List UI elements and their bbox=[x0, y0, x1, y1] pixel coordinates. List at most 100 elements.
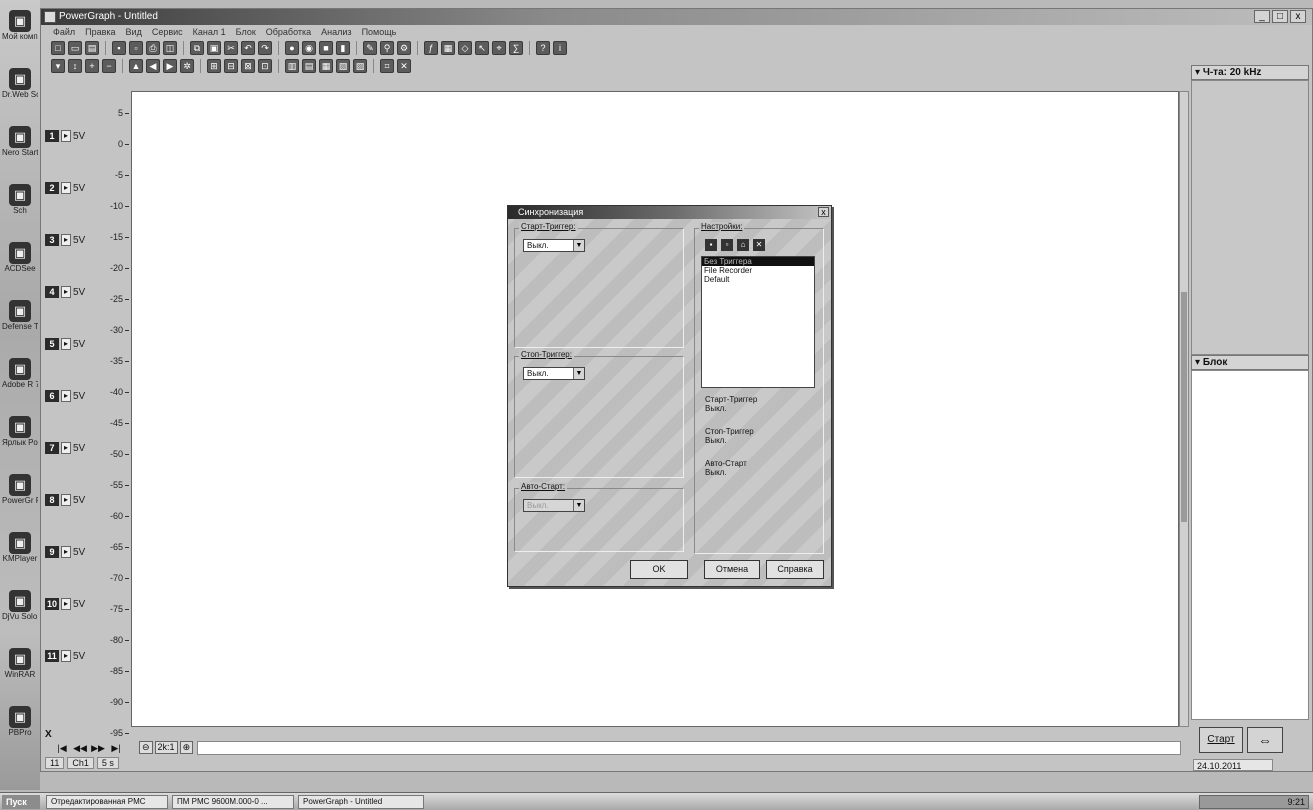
help-icon[interactable]: ? bbox=[536, 40, 550, 55]
math-icon[interactable]: ƒ bbox=[424, 40, 438, 55]
save-as-icon[interactable]: ▫ bbox=[129, 40, 143, 55]
layout-4-icon[interactable]: ▧ bbox=[336, 58, 350, 73]
desktop-shortcut[interactable]: ▣Adobe R 7.0 bbox=[2, 358, 38, 389]
block-list[interactable] bbox=[1191, 370, 1309, 720]
zoom-fit-icon[interactable]: ⌖ bbox=[492, 40, 506, 55]
menu-analysis[interactable]: Анализ bbox=[321, 25, 351, 39]
desktop-shortcut[interactable]: ▣Ярлык PocketCh bbox=[2, 416, 38, 447]
dialog-close-button[interactable]: x bbox=[818, 207, 829, 217]
chevron-right-icon[interactable]: ▸ bbox=[61, 130, 71, 142]
delete-marker-icon[interactable]: ✕ bbox=[397, 58, 411, 73]
scale-right-icon[interactable]: ▶ bbox=[163, 58, 177, 73]
channel-number[interactable]: 5 bbox=[45, 338, 59, 350]
open-preset-icon[interactable]: ⌂ bbox=[737, 239, 749, 251]
layout-3-icon[interactable]: ▦ bbox=[319, 58, 333, 73]
menu-edit[interactable]: Правка bbox=[85, 25, 115, 39]
menu-channel[interactable]: Канал 1 bbox=[193, 25, 226, 39]
layout-2-icon[interactable]: ▤ bbox=[302, 58, 316, 73]
vertical-fit-icon[interactable]: ↕ bbox=[68, 58, 82, 73]
chevron-right-icon[interactable]: ▸ bbox=[61, 338, 71, 350]
minimize-button[interactable]: _ bbox=[1254, 10, 1270, 23]
monitor-icon[interactable]: ◉ bbox=[302, 40, 316, 55]
split-icon[interactable]: ⊡ bbox=[258, 58, 272, 73]
desktop-shortcut[interactable]: ▣Defense The Aeolus bbox=[2, 300, 38, 331]
chevron-right-icon[interactable]: ▸ bbox=[61, 494, 71, 506]
save-as-preset-icon[interactable]: ▫ bbox=[721, 239, 733, 251]
stop-icon[interactable]: ■ bbox=[319, 40, 333, 55]
channel-number[interactable]: 4 bbox=[45, 286, 59, 298]
step-forward-button[interactable]: ▶▶ bbox=[91, 742, 105, 754]
preset-item[interactable]: Default bbox=[702, 275, 814, 284]
close-button[interactable]: x bbox=[1290, 10, 1306, 23]
channel-row[interactable]: 1 ▸ 5V bbox=[45, 129, 85, 143]
connection-button[interactable]: ⇔ bbox=[1247, 727, 1283, 753]
channel-row[interactable]: 9 ▸ 5V bbox=[45, 545, 85, 559]
taskbar-item[interactable]: ПМ PMC 9600M.000-0 ... bbox=[172, 795, 294, 809]
menu-file[interactable]: Файл bbox=[53, 25, 75, 39]
desktop-shortcut[interactable]: ▣Мой компьютер bbox=[2, 10, 38, 41]
channel-number[interactable]: 1 bbox=[45, 130, 59, 142]
cut-icon[interactable]: ✂ bbox=[224, 40, 238, 55]
fit-all-icon[interactable]: ⊟ bbox=[224, 58, 238, 73]
menu-view[interactable]: Вид bbox=[126, 25, 142, 39]
taskbar-item[interactable]: PowerGraph - Untitled bbox=[298, 795, 424, 809]
chevron-right-icon[interactable]: ▸ bbox=[61, 598, 71, 610]
desktop-shortcut[interactable]: ▣PowerGr Professi bbox=[2, 474, 38, 505]
about-icon[interactable]: i bbox=[553, 40, 567, 55]
preset-list[interactable]: Без Триггера File Recorder Default bbox=[701, 256, 815, 388]
delete-preset-icon[interactable]: ✕ bbox=[753, 239, 765, 251]
marker-icon[interactable]: ◇ bbox=[458, 40, 472, 55]
chevron-right-icon[interactable]: ▸ bbox=[61, 182, 71, 194]
go-first-button[interactable]: |◀ bbox=[55, 742, 69, 754]
channel-number[interactable]: 2 bbox=[45, 182, 59, 194]
desktop-shortcut[interactable]: ▣DjVu Solo Reader bbox=[2, 590, 38, 621]
channel-row[interactable]: 3 ▸ 5V bbox=[45, 233, 85, 247]
scale-left-icon[interactable]: ◀ bbox=[146, 58, 160, 73]
new-file-icon[interactable]: □ bbox=[51, 40, 65, 55]
desktop-shortcut[interactable]: ▣ ACDSee bbox=[2, 242, 38, 273]
pen-icon[interactable]: ✎ bbox=[363, 40, 377, 55]
tools-icon[interactable]: ⚙ bbox=[397, 40, 411, 55]
sample-rate-selector[interactable]: ▾ Ч-та: 20 kHz bbox=[1191, 65, 1309, 80]
settings-icon[interactable]: ✲ bbox=[180, 58, 194, 73]
chevron-right-icon[interactable]: ▸ bbox=[61, 390, 71, 402]
menu-processing[interactable]: Обработка bbox=[266, 25, 311, 39]
scroll-thumb[interactable] bbox=[1181, 292, 1187, 522]
paste-icon[interactable]: ▣ bbox=[207, 40, 221, 55]
grid-icon[interactable]: ▦ bbox=[441, 40, 455, 55]
channel-number[interactable]: 6 bbox=[45, 390, 59, 402]
zoom-out-icon[interactable]: − bbox=[102, 58, 116, 73]
chevron-right-icon[interactable]: ▸ bbox=[61, 650, 71, 662]
channel-row[interactable]: 5 ▸ 5V bbox=[45, 337, 85, 351]
channel-select-icon[interactable]: ▾ bbox=[51, 58, 65, 73]
maximize-button[interactable]: □ bbox=[1272, 10, 1288, 23]
calc-icon[interactable]: ∑ bbox=[509, 40, 523, 55]
channel-number[interactable]: 8 bbox=[45, 494, 59, 506]
vertical-scrollbar[interactable] bbox=[1179, 91, 1189, 727]
desktop-shortcut[interactable]: ▣ Sch bbox=[2, 184, 38, 215]
layout-1-icon[interactable]: ▥ bbox=[285, 58, 299, 73]
markers-icon[interactable]: ⌗ bbox=[380, 58, 394, 73]
start-recording-button[interactable]: Старт bbox=[1199, 727, 1243, 753]
go-last-button[interactable]: ▶| bbox=[109, 742, 123, 754]
open-file-icon[interactable]: ▭ bbox=[68, 40, 82, 55]
zoom-out-time-button[interactable]: ⊖ bbox=[139, 741, 153, 754]
horizontal-scrollbar[interactable] bbox=[197, 741, 1181, 755]
title-bar[interactable]: PowerGraph - Untitled _ □ x bbox=[41, 9, 1312, 25]
channel-row[interactable]: 6 ▸ 5V bbox=[45, 389, 85, 403]
channel-row[interactable]: 8 ▸ 5V bbox=[45, 493, 85, 507]
menu-help[interactable]: Помощь bbox=[362, 25, 397, 39]
layout-5-icon[interactable]: ▨ bbox=[353, 58, 367, 73]
desktop-shortcut[interactable]: ▣Nero StartSmart bbox=[2, 126, 38, 157]
channel-number[interactable]: 11 bbox=[45, 650, 59, 662]
desktop-shortcut[interactable]: ▣ KMPlayer bbox=[2, 532, 38, 563]
preset-item[interactable]: Без Триггера bbox=[702, 257, 814, 266]
channel-row[interactable]: 2 ▸ 5V bbox=[45, 181, 85, 195]
menu-service[interactable]: Сервис bbox=[152, 25, 183, 39]
copy-icon[interactable]: ⧉ bbox=[190, 40, 204, 55]
channel-number[interactable]: 7 bbox=[45, 442, 59, 454]
help-button[interactable]: Справка bbox=[766, 560, 824, 579]
print-preview-icon[interactable]: ◫ bbox=[163, 40, 177, 55]
channel-row[interactable]: 11 ▸ 5V bbox=[45, 649, 85, 663]
channel-row[interactable]: 4 ▸ 5V bbox=[45, 285, 85, 299]
